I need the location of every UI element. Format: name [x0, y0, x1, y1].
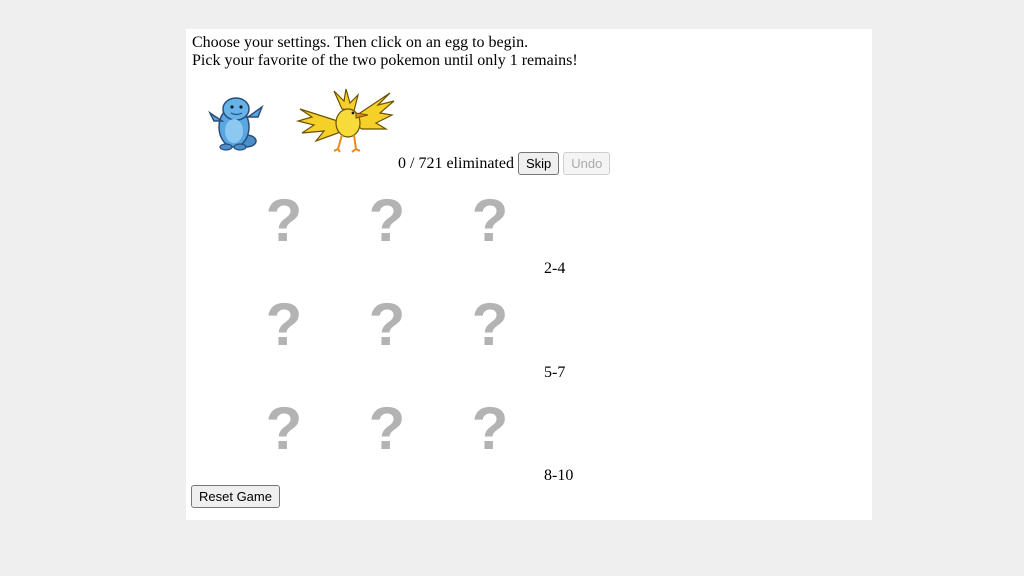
- instructions: Choose your settings. Then click on an e…: [192, 34, 578, 70]
- egg-1-1[interactable]: ?: [264, 191, 304, 251]
- skip-button[interactable]: Skip: [517, 152, 560, 175]
- egg-row-label-1: 2-4: [544, 260, 566, 277]
- egg-1-3[interactable]: ?: [470, 191, 510, 251]
- egg-3-2[interactable]: ?: [367, 399, 407, 459]
- eliminated-counter: 0 / 721 eliminated: [398, 154, 514, 172]
- instructions-line-1: Choose your settings. Then click on an e…: [192, 34, 529, 51]
- egg-row-label-2: 5-7: [544, 364, 566, 381]
- pokemon-choice-left[interactable]: [204, 87, 266, 153]
- status-row: 0 / 721 eliminated Skip Undo: [398, 152, 611, 175]
- reset-game-button[interactable]: Reset Game: [191, 485, 280, 508]
- egg-3-3[interactable]: ?: [470, 399, 510, 459]
- egg-2-2[interactable]: ?: [367, 295, 407, 355]
- undo-button[interactable]: Undo: [563, 152, 611, 175]
- egg-2-1[interactable]: ?: [264, 295, 304, 355]
- pokemon-choice-right[interactable]: [296, 87, 396, 153]
- game-panel: Choose your settings. Then click on an e…: [186, 29, 872, 520]
- egg-row-label-3: 8-10: [544, 467, 574, 484]
- egg-2-3[interactable]: ?: [470, 295, 510, 355]
- egg-3-1[interactable]: ?: [264, 399, 304, 459]
- instructions-line-2: Pick your favorite of the two pokemon un…: [192, 52, 578, 69]
- egg-1-2[interactable]: ?: [367, 191, 407, 251]
